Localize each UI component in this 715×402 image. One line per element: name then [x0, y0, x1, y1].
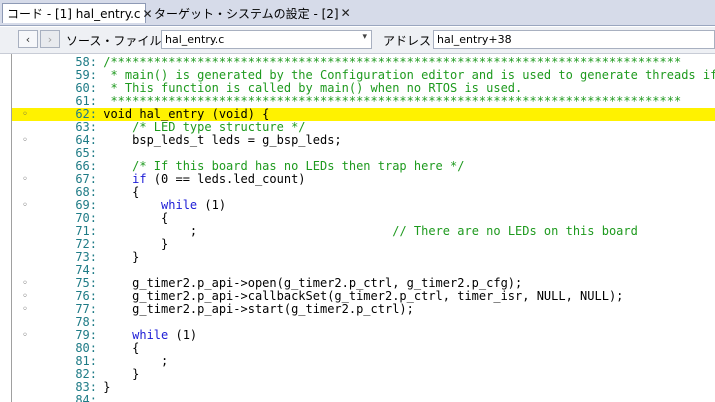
source-file-combo[interactable]: hal_entry.c ▾ — [161, 30, 372, 49]
code-line[interactable]: 83: } — [12, 381, 715, 394]
source-file-value: hal_entry.c — [165, 33, 225, 46]
code-text: } — [96, 250, 140, 264]
tab-code-hal-entry[interactable]: コード - [1] hal_entry.c ✕ — [2, 3, 153, 23]
code-line[interactable]: ◦ 64: bsp_leds_t leds = g_bsp_leds; — [12, 134, 715, 147]
tab-bar: コード - [1] hal_entry.c ✕ ターゲット・システムの設定 - … — [0, 0, 715, 26]
breakpoint-marker-icon[interactable]: ◦ — [22, 329, 28, 342]
chevron-down-icon[interactable]: ▾ — [362, 32, 367, 42]
breakpoint-marker-icon[interactable]: ◦ — [22, 290, 28, 303]
breakpoint-marker-icon[interactable]: ◦ — [22, 108, 28, 121]
code-line[interactable]: 73: } — [12, 251, 715, 264]
editor-toolbar: ‹ › ソース・ファイル hal_entry.c ▾ アドレス hal_entr… — [0, 27, 715, 54]
close-icon[interactable]: ✕ — [339, 6, 353, 20]
address-input[interactable]: hal_entry+38 — [433, 30, 715, 49]
breakpoint-marker-icon[interactable]: ◦ — [22, 173, 28, 186]
code-text: g_timer2.p_api->start(g_timer2.p_ctrl); — [96, 302, 414, 316]
tab-label: コード - [1] hal_entry.c — [7, 7, 141, 21]
code-line[interactable]: 82: } — [12, 368, 715, 381]
code-line[interactable]: 84: — [12, 394, 715, 402]
code-editor[interactable]: 58: /***********************************… — [11, 54, 715, 402]
breakpoint-marker-icon[interactable]: ◦ — [22, 134, 28, 147]
breakpoint-marker-icon[interactable]: ◦ — [22, 303, 28, 316]
code-text: } — [96, 380, 111, 394]
line-number: 84: — [75, 393, 97, 402]
source-file-label: ソース・ファイル — [66, 34, 162, 48]
code-text: bsp_leds_t leds = g_bsp_leds; — [96, 133, 342, 147]
code-line[interactable]: ◦ 77: g_timer2.p_api->start(g_timer2.p_ct… — [12, 303, 715, 316]
address-label: アドレス — [383, 34, 432, 48]
tab-target-system-settings[interactable]: ターゲット・システムの設定 - [2] ✕ — [150, 3, 351, 23]
breakpoint-marker-icon[interactable]: ◦ — [22, 199, 28, 212]
code-text: ; // There are no LEDs on this board — [96, 224, 638, 238]
breakpoint-marker-icon[interactable]: ◦ — [22, 277, 28, 290]
forward-button[interactable]: › — [40, 30, 60, 48]
back-button[interactable]: ‹ — [18, 30, 38, 48]
tab-label: ターゲット・システムの設定 - [2] — [154, 6, 339, 21]
